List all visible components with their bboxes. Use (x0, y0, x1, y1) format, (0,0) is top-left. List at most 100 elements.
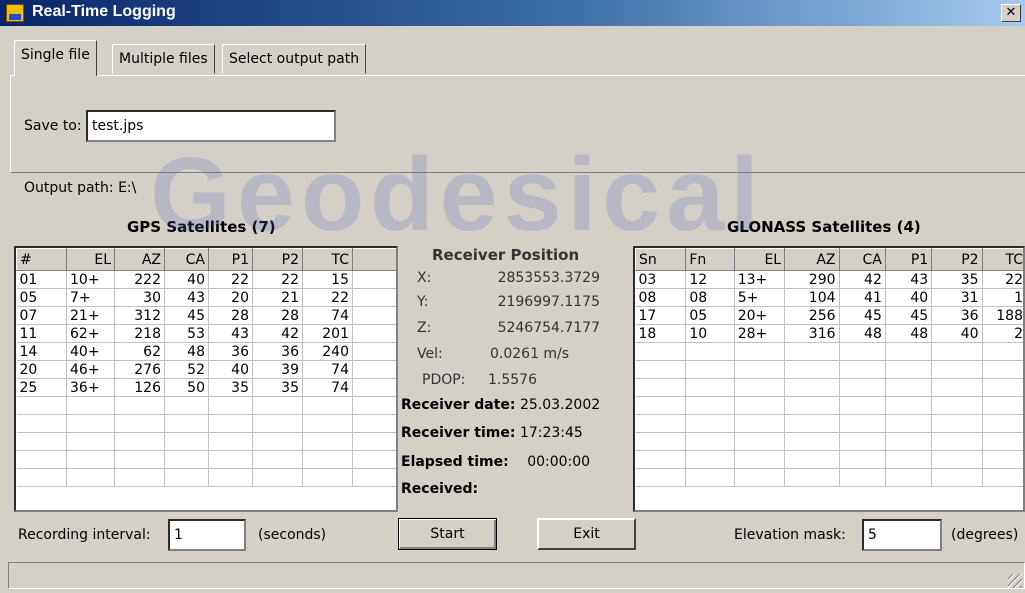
gps-col-header[interactable]: CA (164, 248, 209, 271)
glonass-satellites-grid[interactable]: Sn Fn EL AZ CA P1 P2 TC 03 12 13+ 290 42 43 35… (633, 246, 1025, 512)
table-cell (164, 396, 209, 415)
table-row[interactable]: 25 36+ 126 50 35 35 74 (16, 378, 396, 397)
table-row[interactable]: 18 10 28+ 316 48 48 40 2 (635, 324, 1023, 343)
table-cell (734, 360, 786, 379)
empty-table-row (635, 396, 1023, 415)
table-cell (839, 450, 886, 469)
table-row[interactable]: 11 62+ 218 53 43 42 201 (16, 324, 396, 343)
table-row[interactable]: 03 12 13+ 290 42 43 35 22 (635, 270, 1023, 289)
table-row[interactable]: 05 7+ 30 43 20 21 22 (16, 288, 396, 307)
table-cell (16, 432, 67, 451)
table-cell: 312 (114, 306, 165, 325)
table-row[interactable]: 08 08 5+ 104 41 40 31 1 (635, 288, 1023, 307)
glonass-col-header[interactable]: AZ (784, 248, 840, 271)
receiver-position-title: Receiver Position (432, 246, 580, 264)
table-cell (635, 360, 687, 379)
table-cell (685, 360, 735, 379)
table-cell (982, 468, 1023, 487)
table-cell (931, 396, 983, 415)
recording-interval-label: Recording interval: (18, 527, 151, 543)
table-cell: 290 (784, 270, 840, 289)
empty-table-row (16, 468, 396, 487)
table-cell: 18 (635, 324, 687, 343)
table-cell (66, 432, 115, 451)
table-cell (164, 468, 209, 487)
glonass-col-header[interactable]: Fn (685, 248, 735, 271)
table-cell-blank (352, 432, 396, 451)
table-row[interactable]: 20 46+ 276 52 40 39 74 (16, 360, 396, 379)
table-cell: 17 (635, 306, 687, 325)
tab-single-file[interactable]: Single file (14, 40, 97, 76)
table-cell: 07 (16, 306, 67, 325)
table-cell (66, 414, 115, 433)
gps-col-header[interactable]: # (16, 248, 67, 271)
table-cell: 25 (16, 378, 67, 397)
empty-table-row (635, 378, 1023, 397)
glonass-col-header[interactable]: P1 (884, 248, 933, 271)
gps-col-header[interactable]: AZ (114, 248, 165, 271)
received-label: Received: (401, 481, 479, 497)
table-row[interactable]: 07 21+ 312 45 28 28 74 (16, 306, 396, 325)
table-cell (734, 450, 786, 469)
table-cell (982, 450, 1023, 469)
tab-multiple-files[interactable]: Multiple files (112, 44, 215, 74)
table-cell-blank (352, 396, 396, 415)
resize-grip-icon[interactable] (1008, 574, 1022, 588)
table-cell (784, 378, 840, 397)
table-row[interactable]: 14 40+ 62 48 36 36 240 (16, 342, 396, 361)
glonass-col-header[interactable]: EL (733, 248, 786, 271)
table-cell: 05 (685, 306, 735, 325)
table-cell: 46+ (66, 360, 115, 379)
glonass-col-header[interactable]: Sn (635, 248, 687, 271)
table-cell (885, 360, 933, 379)
table-cell (208, 450, 253, 469)
table-cell: 35 (252, 378, 303, 397)
table-cell (685, 342, 735, 361)
gps-col-header[interactable]: EL (66, 248, 115, 271)
glonass-col-header[interactable]: P2 (931, 248, 983, 271)
table-cell (114, 414, 165, 433)
table-cell (839, 414, 886, 433)
save-to-label: Save to: (24, 118, 82, 134)
table-cell (982, 396, 1023, 415)
table-cell (252, 396, 303, 415)
tab-select-output-path[interactable]: Select output path (222, 44, 367, 74)
table-cell: 28 (252, 306, 303, 325)
table-cell (164, 414, 209, 433)
gps-col-header[interactable]: P1 (208, 248, 253, 271)
table-cell: 28+ (734, 324, 786, 343)
gps-col-header[interactable]: P2 (252, 248, 303, 271)
glonass-satellites-title: GLONASS Satellites (4) (727, 218, 921, 236)
elevation-mask-input[interactable] (862, 519, 942, 551)
exit-button[interactable]: Exit (537, 518, 636, 550)
close-button[interactable]: ✕ (1001, 4, 1021, 22)
save-to-input[interactable] (86, 110, 336, 142)
table-row[interactable]: 17 05 20+ 256 45 45 36 188 (635, 306, 1023, 325)
table-row[interactable]: 01 10+ 222 40 22 22 15 (16, 270, 396, 289)
elapsed-time-value: 00:00:00 (527, 454, 591, 470)
gps-col-header[interactable]: TC (302, 248, 353, 271)
app-icon (6, 4, 24, 22)
table-cell (635, 342, 687, 361)
status-bar (8, 562, 1025, 589)
glonass-col-header[interactable]: TC (981, 248, 1023, 271)
start-button[interactable]: Start (398, 518, 497, 550)
table-cell (302, 414, 353, 433)
glonass-col-header[interactable]: CA (838, 248, 886, 271)
table-cell (635, 432, 687, 451)
gps-satellites-grid[interactable]: # EL AZ CA P1 P2 TC 01 10+ 222 40 22 22 15 05 7+… (14, 246, 398, 512)
table-cell: 74 (302, 306, 353, 325)
empty-table-row (16, 396, 396, 415)
empty-table-row (16, 432, 396, 451)
table-cell (685, 414, 735, 433)
table-cell (685, 468, 735, 487)
close-icon: ✕ (1005, 5, 1017, 20)
table-cell (635, 396, 687, 415)
table-cell: 15 (302, 270, 353, 289)
table-cell: 316 (784, 324, 840, 343)
table-cell (784, 414, 840, 433)
table-cell (164, 432, 209, 451)
table-cell (208, 414, 253, 433)
recording-interval-input[interactable] (168, 519, 246, 551)
gps-col-header-blank (352, 248, 396, 271)
